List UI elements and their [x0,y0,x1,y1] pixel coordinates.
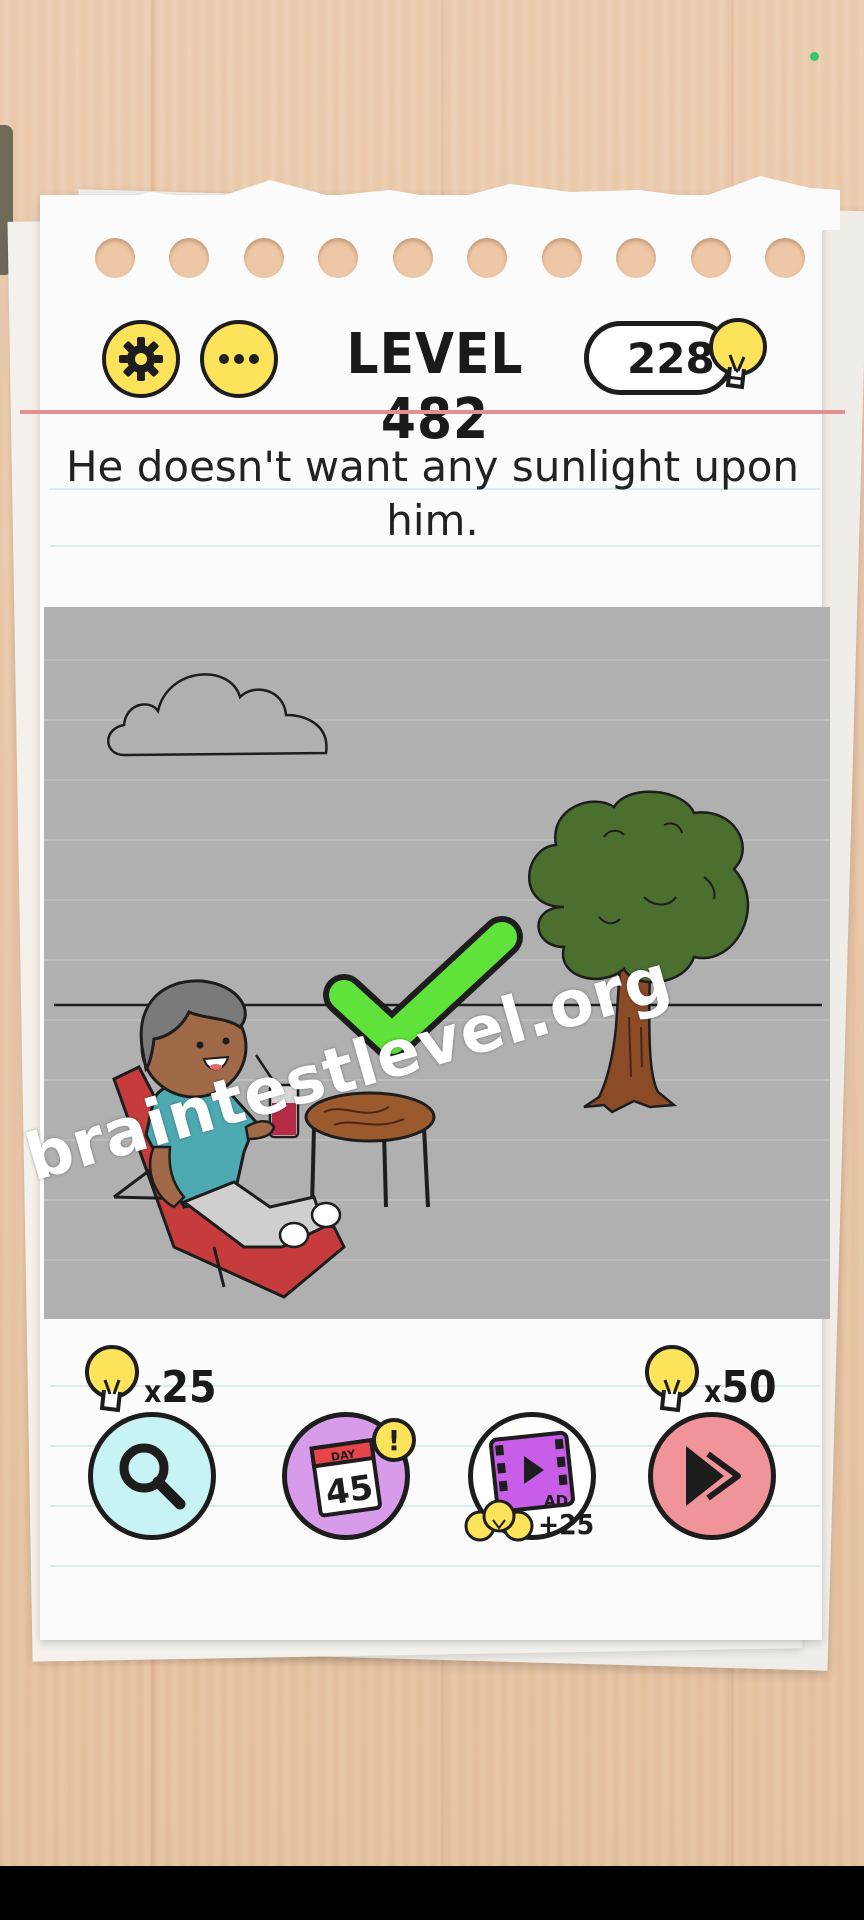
question-text: He doesn't want any sunlight upon him. [65,442,800,545]
lightbulb-icon [85,1345,139,1413]
skip-level-button[interactable] [648,1412,776,1540]
binder-holes [95,238,805,278]
settings-button[interactable] [102,320,180,398]
search-cost: x25 [144,1362,217,1413]
ad-reward: +25 [538,1508,595,1541]
ellipsis-icon [219,354,259,364]
status-dot [810,52,819,61]
navigation-bar [0,1866,864,1920]
search-icon [119,1443,186,1510]
ruled-line [50,1565,820,1567]
lightbulb-icon [709,318,767,390]
skip-icon [686,1446,741,1506]
cloud [107,673,328,757]
notification-badge: ! [372,1418,416,1462]
day-number: 45 [323,1468,375,1514]
scene-drawing [54,673,822,1299]
margin-line [20,410,845,414]
search-button[interactable] [88,1412,216,1540]
gear-icon [119,337,163,381]
torn-edge [40,176,840,230]
level-title: LEVEL 482 [346,322,524,452]
more-button[interactable] [200,320,278,398]
lightbulb-icon [645,1345,699,1413]
skip-cost: x50 [704,1362,777,1413]
puzzle-scene[interactable] [44,607,830,1319]
lightbulbs-icon [464,1499,534,1542]
